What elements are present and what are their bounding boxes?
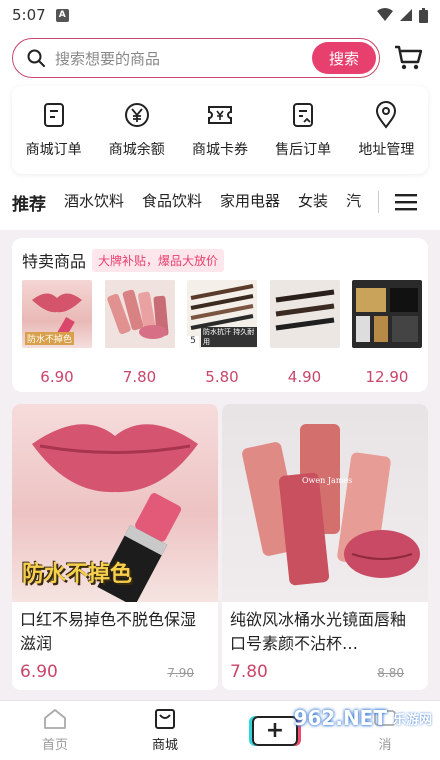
sale-item-overlay-text: 防水抗汗 持久耐用 <box>201 327 257 347</box>
tab-recommend[interactable]: 推荐 <box>12 190 46 215</box>
nav-label: 商城 <box>151 738 178 753</box>
flash-sale-card: 特卖商品 大牌补贴，爆品大放价 防水不掉色 6.90 7.80 5 防水抗汗 持… <box>12 238 428 392</box>
search-icon <box>27 49 45 67</box>
sale-item[interactable]: 12.90 <box>352 280 422 386</box>
sale-item-image <box>352 280 422 348</box>
status-bar: 5:07 A <box>0 0 440 30</box>
product-original-price: 7.90 <box>167 666 194 680</box>
tabs-divider <box>378 191 379 213</box>
product-overlay-text: 防水不掉色 <box>22 562 133 587</box>
product-price: 6.90 <box>20 662 58 682</box>
sale-item-price: 6.90 <box>40 368 74 386</box>
search-button[interactable]: 搜索 <box>312 42 376 74</box>
quick-link-orders[interactable]: 商城订单 <box>14 101 94 159</box>
product-card[interactable]: Owen James 纯欲风冰桶水光镜面唇釉口号素颜不沾杯… 7.80 8.80 <box>222 404 428 690</box>
product-card[interactable]: 防水不掉色 口红不易掉色不脱色保湿滋润 6.90 7.90 <box>12 404 218 690</box>
sale-item[interactable]: 5 防水抗汗 持久耐用 5.80 <box>187 280 257 386</box>
home-icon <box>44 709 66 729</box>
order-icon <box>43 103 64 127</box>
notification-a-icon: A <box>55 8 69 22</box>
status-time: 5:07 <box>12 6 46 24</box>
flash-sale-header: 特卖商品 大牌补贴，爆品大放价 <box>22 248 225 272</box>
product-prices: 6.90 7.90 <box>12 656 218 682</box>
product-original-price: 8.80 <box>377 666 404 680</box>
category-tabs: 推荐 酒水饮料 食品饮料 家用电器 女装 汽 <box>0 180 440 224</box>
quick-link-label: 售后订单 <box>275 142 332 158</box>
quick-link-coupons[interactable]: 商城卡券 <box>180 101 260 159</box>
sale-item[interactable]: 7.80 <box>104 280 175 386</box>
product-title: 口红不易掉色不脱色保湿滋润 <box>20 610 197 653</box>
sale-item-image: 防水不掉色 <box>22 280 92 348</box>
menu-icon[interactable] <box>395 193 417 211</box>
sale-item-image <box>104 280 175 348</box>
signal-icon <box>400 9 412 21</box>
search-row: 搜索想要的商品 搜索 <box>12 38 432 78</box>
tab-food[interactable]: 食品饮料 <box>142 190 202 215</box>
quick-links-card: 商城订单 商城余额 商城卡券 售后订单 地址管理 <box>12 86 428 174</box>
quick-link-after-sale[interactable]: 售后订单 <box>263 101 343 159</box>
status-indicators <box>377 7 428 23</box>
sale-item-image <box>269 280 340 348</box>
tab-womens[interactable]: 女装 <box>298 190 328 215</box>
nav-shop[interactable]: 商城 <box>125 708 205 753</box>
nav-label: 首页 <box>41 738 68 753</box>
sale-item[interactable]: 防水不掉色 6.90 <box>22 280 92 386</box>
lip-gloss-image <box>106 289 168 339</box>
tab-auto[interactable]: 汽 <box>346 190 361 215</box>
sale-item-price: 7.80 <box>122 368 157 386</box>
nav-home[interactable]: 首页 <box>15 708 95 753</box>
watermark-logo: 962.NET 乐游网 <box>294 706 432 730</box>
nav-label: 消 <box>378 738 392 753</box>
sale-item-image: 5 防水抗汗 持久耐用 <box>187 280 257 348</box>
shop-icon <box>155 709 175 729</box>
search-placeholder: 搜索想要的商品 <box>55 49 161 68</box>
cart-icon[interactable] <box>394 45 422 71</box>
plus-icon: + <box>252 715 298 746</box>
sale-item-price: 12.90 <box>365 368 409 386</box>
tabs-scroll[interactable]: 推荐 酒水饮料 食品饮料 家用电器 女装 汽 <box>12 190 374 215</box>
product-image: Owen James <box>222 404 428 602</box>
battery-icon <box>419 7 428 23</box>
flash-sale-list: 防水不掉色 6.90 7.80 5 防水抗汗 持久耐用 5.80 4.90 12… <box>22 280 422 386</box>
quick-link-label: 地址管理 <box>358 142 415 158</box>
tab-appliances[interactable]: 家用电器 <box>220 190 280 215</box>
search-input[interactable]: 搜索想要的商品 搜索 <box>12 38 380 78</box>
quick-link-address[interactable]: 地址管理 <box>346 101 426 159</box>
eyeliner-image <box>275 289 334 331</box>
sale-item-overlay-text: 防水不掉色 <box>25 332 75 345</box>
flash-sale-badge: 大牌补贴，爆品大放价 <box>92 248 225 272</box>
sale-item-corner-badge: 5 <box>187 336 199 348</box>
location-icon <box>376 101 397 129</box>
sale-item-price: 4.90 <box>287 368 322 386</box>
quick-link-balance[interactable]: 商城余额 <box>97 101 177 159</box>
sale-item[interactable]: 4.90 <box>269 280 340 386</box>
header-area: 搜索想要的商品 搜索 商城订单 商城余额 商城卡券 售后订单 地址管理 推荐 酒… <box>0 30 440 230</box>
yuan-icon <box>124 103 149 127</box>
sale-item-price: 5.80 <box>205 368 239 386</box>
ticket-icon <box>207 106 232 124</box>
flash-sale-title: 特卖商品 <box>22 252 87 271</box>
lip-gloss-set-image <box>242 424 420 586</box>
product-title: 纯欲风冰桶水光镜面唇釉口号素颜不沾杯… <box>230 610 407 653</box>
tab-drinks[interactable]: 酒水饮料 <box>64 190 124 215</box>
watermark-main: 962.NET <box>293 706 387 730</box>
product-prices: 7.80 8.80 <box>222 656 428 682</box>
product-brand-text: Owen James <box>302 476 353 485</box>
wifi-icon <box>377 8 393 21</box>
after-sale-icon <box>293 103 314 127</box>
quick-link-label: 商城订单 <box>25 142 82 158</box>
quick-link-label: 商城卡券 <box>191 142 248 158</box>
product-price: 7.80 <box>230 662 268 682</box>
watermark-sub: 乐游网 <box>392 712 432 728</box>
quick-link-label: 商城余额 <box>108 142 165 158</box>
product-image: 防水不掉色 <box>12 404 218 602</box>
makeup-set-image <box>356 288 418 342</box>
